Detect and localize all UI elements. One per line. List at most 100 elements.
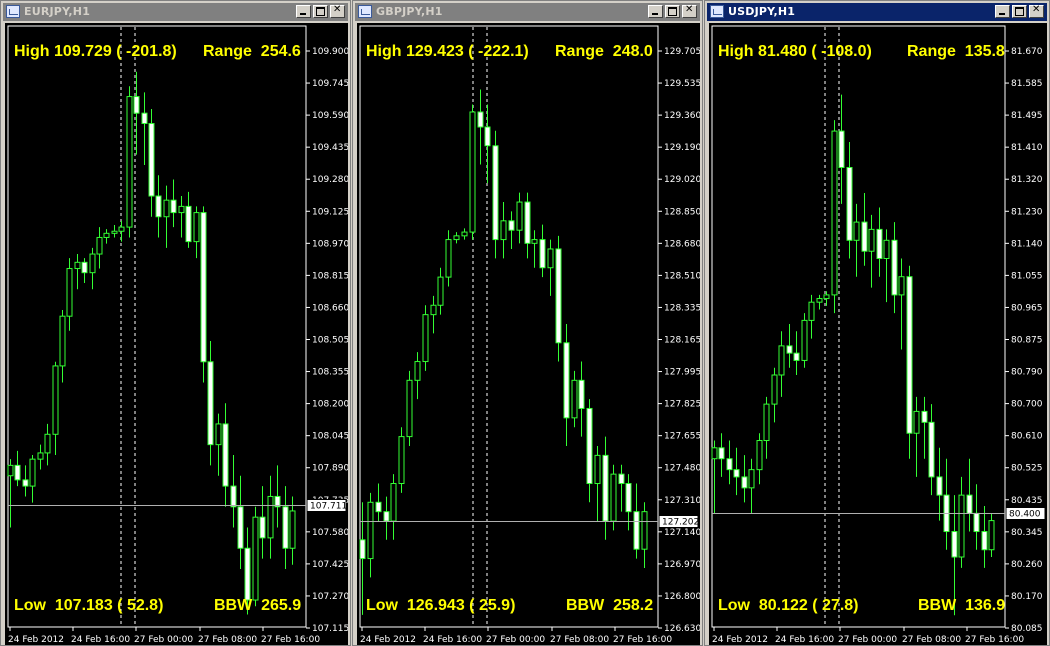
candle-body xyxy=(252,516,259,601)
price-axis-label: 80.610 xyxy=(1011,432,1043,442)
candle-body xyxy=(103,232,110,238)
candle-body xyxy=(453,235,460,241)
price-axis-label: 129.705 xyxy=(664,47,700,57)
price-axis-label: 128.165 xyxy=(664,336,700,346)
current-price-label: 127.202 xyxy=(662,518,699,528)
candle-body xyxy=(733,469,740,478)
price-axis-label: 107.115 xyxy=(312,624,348,634)
window-titlebar[interactable]: USDJPY,H1 xyxy=(707,3,1047,21)
close-button[interactable] xyxy=(330,4,345,18)
candle-body xyxy=(155,195,162,218)
price-axis-label: 81.495 xyxy=(1011,111,1043,121)
candle-body xyxy=(602,454,609,522)
candle-body xyxy=(625,483,632,513)
time-axis-label: 27 Feb 00:00 xyxy=(486,635,545,645)
candle-body xyxy=(74,261,81,270)
candle-body xyxy=(763,403,770,442)
price-axis-label: 128.335 xyxy=(664,303,700,313)
candlestick-chart: 81.670 81.585 81.495 81.410 81.320 81.230 81.1… xyxy=(711,25,1046,645)
candle-body xyxy=(906,276,913,434)
candle-body xyxy=(756,440,763,471)
price-axis-label: 126.630 xyxy=(664,624,700,634)
candle-body xyxy=(170,199,177,214)
price-axis-label: 80.170 xyxy=(1011,592,1043,602)
candle-body xyxy=(898,276,905,296)
minimize-button[interactable] xyxy=(648,5,663,18)
chart-window-gbpjpy[interactable]: GBPJPY,H1 129.705129.535129.360129.19012… xyxy=(352,0,703,646)
chart-window-icon xyxy=(710,5,724,18)
candle-body xyxy=(37,452,44,460)
candle-body xyxy=(921,410,928,423)
candle-body xyxy=(398,436,405,485)
high-stat: High 129.423 ( -222.1) xyxy=(366,43,529,60)
chart-window-icon xyxy=(6,5,20,18)
price-axis-label: 80.085 xyxy=(1011,624,1043,634)
maximize-button[interactable] xyxy=(665,5,680,18)
price-axis-label: 80.525 xyxy=(1011,464,1043,474)
window-titlebar[interactable]: EURJPY,H1 xyxy=(3,3,348,21)
candle-body xyxy=(571,379,578,419)
bbw-stat: BBW 265.9 xyxy=(214,597,302,614)
time-axis-label: 27 Feb 16:00 xyxy=(261,635,320,645)
price-axis-label: 108.045 xyxy=(312,432,348,442)
candle-body xyxy=(445,239,452,278)
price-axis-label: 109.435 xyxy=(312,143,348,153)
close-button[interactable] xyxy=(1029,4,1044,18)
chart-window-eurjpy[interactable]: EURJPY,H1 109.900109.745109.590109.43510… xyxy=(0,0,351,646)
price-axis-label: 127.480 xyxy=(664,464,700,474)
candle-body xyxy=(711,447,718,460)
price-axis-label: 129.535 xyxy=(664,79,700,89)
candle-body xyxy=(876,228,883,260)
price-axis-label: 129.190 xyxy=(664,143,700,153)
price-axis-label: 108.970 xyxy=(312,239,348,249)
price-axis-label: 80.435 xyxy=(1011,496,1043,506)
candle-body xyxy=(539,239,546,269)
candle-body xyxy=(741,476,748,489)
candle-body xyxy=(951,531,958,558)
price-axis-label: 126.800 xyxy=(664,592,700,602)
candle-body xyxy=(563,342,570,419)
candle-body xyxy=(610,473,617,522)
minimize-button[interactable] xyxy=(296,5,311,18)
candle-body xyxy=(801,319,808,361)
candle-body xyxy=(846,166,853,241)
price-chart[interactable]: 109.900 109.745 109.590 109.435 109.280 109.1… xyxy=(5,23,348,645)
window-title: EURJPY,H1 xyxy=(24,5,91,18)
price-axis-label: 81.670 xyxy=(1011,47,1043,57)
maximize-button[interactable] xyxy=(1012,5,1027,18)
chart-window-usdjpy[interactable]: USDJPY,H1 81.670 81.585 81.495 81.410 81.320… xyxy=(704,0,1050,646)
candle-body xyxy=(390,483,397,522)
candle-body xyxy=(823,294,830,300)
candle-body xyxy=(555,248,562,344)
price-axis-label: 109.900 xyxy=(312,47,348,57)
time-axis-label: 27 Feb 00:00 xyxy=(838,635,897,645)
candle-body xyxy=(230,485,237,508)
candle-body xyxy=(913,410,920,434)
candle-body xyxy=(59,315,66,367)
chart-window-icon xyxy=(358,5,372,18)
candle-body xyxy=(484,126,491,147)
candle-body xyxy=(958,494,965,558)
maximize-button[interactable] xyxy=(313,5,328,18)
minimize-button[interactable] xyxy=(995,5,1010,18)
candlestick-chart: 129.705 129.535 129.360 129.190 129.020 128.8… xyxy=(359,25,700,645)
price-axis-label: 107.580 xyxy=(312,528,348,538)
candle-body xyxy=(244,547,251,601)
plot-frame xyxy=(359,25,659,628)
candle-body xyxy=(831,130,838,296)
price-chart[interactable]: 129.705 129.535 129.360 129.190 129.020 128.8… xyxy=(357,23,700,645)
candle-body xyxy=(96,236,103,255)
time-axis-label: 24 Feb 2012 xyxy=(712,635,768,645)
window-titlebar[interactable]: GBPJPY,H1 xyxy=(355,3,700,21)
candle-body xyxy=(193,212,200,243)
candlestick-chart: 109.900 109.745 109.590 109.435 109.280 109.1… xyxy=(7,25,348,645)
price-axis-label: 109.125 xyxy=(312,207,348,217)
candle-body xyxy=(771,374,778,405)
price-axis-label: 109.280 xyxy=(312,175,348,185)
close-button[interactable] xyxy=(682,4,697,18)
time-axis-label: 27 Feb 08:00 xyxy=(550,635,609,645)
price-axis-label: 126.970 xyxy=(664,560,700,570)
candle-body xyxy=(282,506,289,549)
price-chart[interactable]: 81.670 81.585 81.495 81.410 81.320 81.230 81.1… xyxy=(709,23,1047,645)
candle-body xyxy=(726,458,733,471)
